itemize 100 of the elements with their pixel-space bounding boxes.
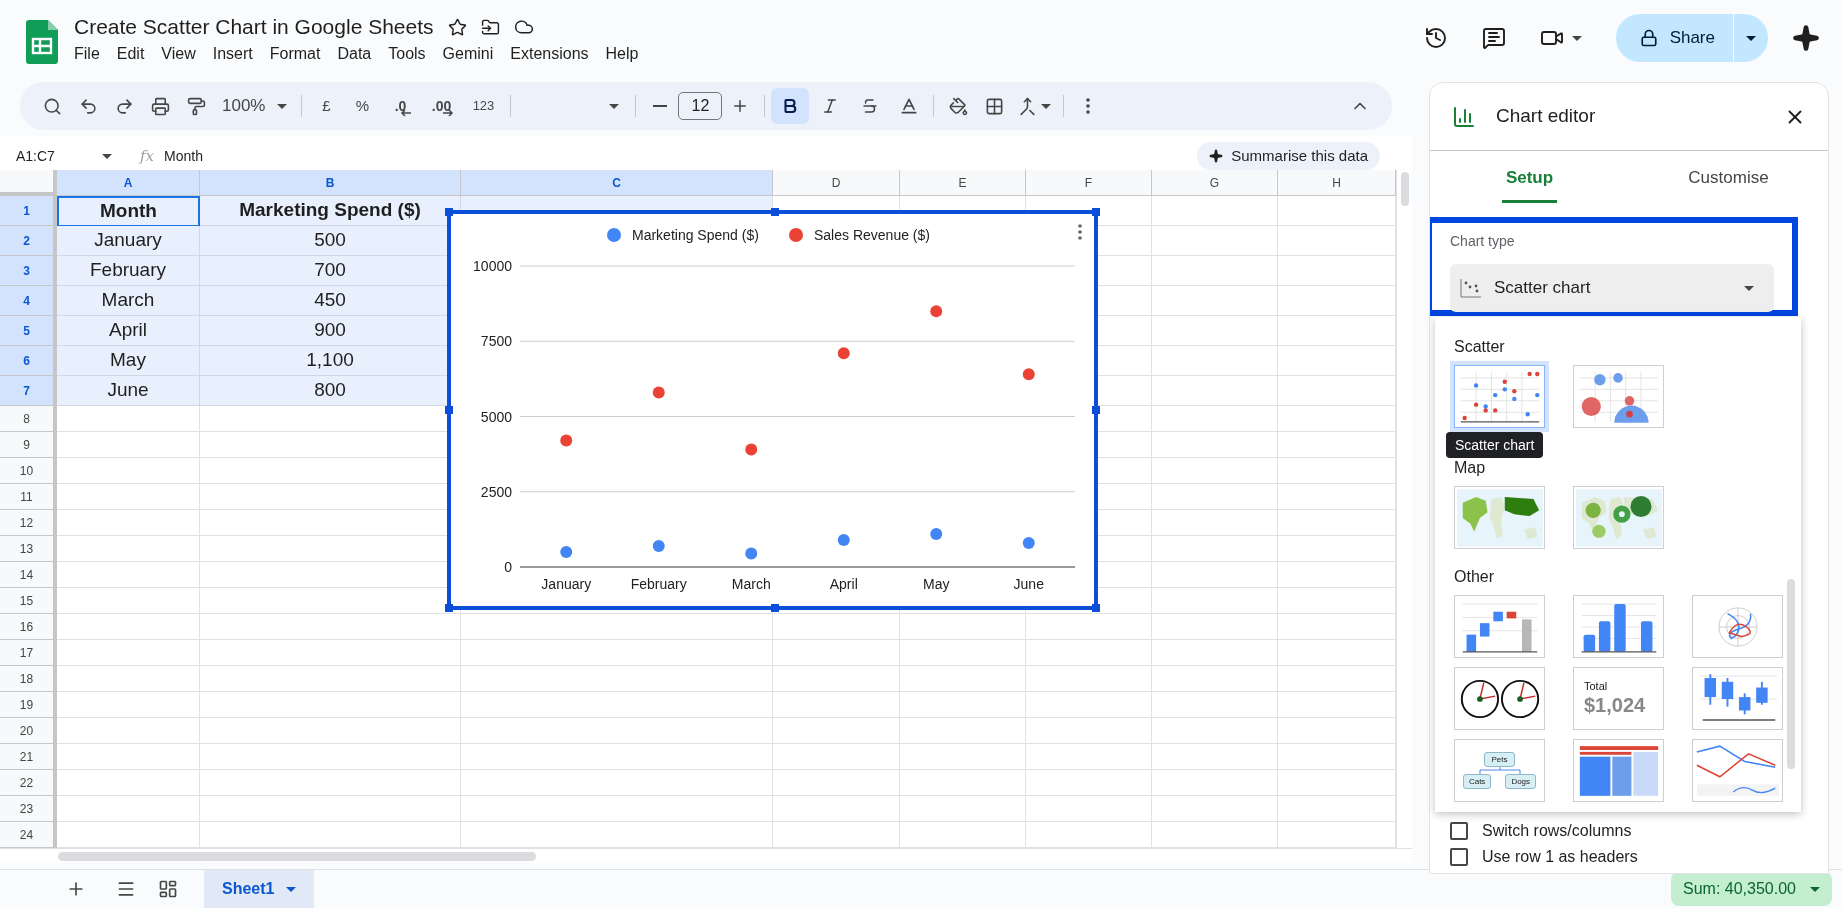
menu-item[interactable]: Gemini: [435, 43, 501, 65]
all-sheets-icon[interactable]: [116, 879, 136, 899]
row-header[interactable]: 20: [0, 718, 57, 744]
vertical-scrollbar[interactable]: [1400, 172, 1409, 206]
row-header[interactable]: 14: [0, 562, 57, 588]
font-size-field[interactable]: 12: [678, 92, 723, 120]
bold-button[interactable]: [771, 88, 810, 124]
resize-handle[interactable]: [1092, 208, 1100, 216]
legend-item[interactable]: Sales Revenue ($): [789, 227, 930, 243]
column-header[interactable]: G: [1152, 170, 1278, 196]
checkbox[interactable]: [1450, 822, 1468, 840]
data-point[interactable]: [560, 434, 573, 447]
menu-item[interactable]: Extensions: [503, 43, 596, 65]
cloud-icon[interactable]: [513, 17, 534, 37]
data-point[interactable]: [1022, 368, 1035, 381]
row-header[interactable]: 16: [0, 614, 57, 640]
row-header[interactable]: 15: [0, 588, 57, 614]
row-header[interactable]: 23: [0, 796, 57, 822]
history-icon[interactable]: [1423, 26, 1448, 50]
menu-item[interactable]: File: [74, 43, 107, 65]
column-header[interactable]: E: [900, 170, 1026, 196]
resize-handle[interactable]: [445, 406, 453, 414]
chart-type-option[interactable]: [1454, 667, 1545, 730]
folder-icon[interactable]: [480, 17, 500, 37]
row-header[interactable]: 13: [0, 536, 57, 562]
chart-type-dropdown[interactable]: Scatter chart: [1450, 264, 1774, 312]
menu-item[interactable]: Format: [262, 43, 328, 65]
row-header[interactable]: 2: [0, 226, 57, 256]
data-point[interactable]: [1022, 536, 1035, 549]
number-format-button[interactable]: 123: [462, 89, 505, 123]
data-point[interactable]: [745, 443, 758, 456]
row-header[interactable]: 1: [0, 196, 57, 226]
row-header[interactable]: 24: [0, 822, 57, 848]
resize-handle[interactable]: [445, 208, 453, 216]
resize-handle[interactable]: [771, 604, 779, 612]
explore-icon[interactable]: [158, 879, 178, 899]
row-header[interactable]: 10: [0, 458, 57, 484]
data-point[interactable]: [652, 386, 665, 399]
menu-item[interactable]: Insert: [205, 43, 260, 65]
name-box[interactable]: A1:C7: [0, 145, 120, 167]
resize-handle[interactable]: [1092, 604, 1100, 612]
formula-field[interactable]: Month: [164, 145, 203, 167]
horizontal-scrollbar[interactable]: [58, 851, 536, 861]
menu-item[interactable]: Tools: [381, 43, 433, 65]
row-header[interactable]: 4: [0, 286, 57, 316]
checkbox[interactable]: [1450, 848, 1468, 866]
column-header[interactable]: B: [200, 170, 461, 196]
legend-item[interactable]: Marketing Spend ($): [607, 227, 759, 243]
menu-item[interactable]: Help: [598, 43, 646, 65]
row-header[interactable]: 12: [0, 510, 57, 536]
tab[interactable]: Customise: [1629, 151, 1828, 205]
zoom-dropdown[interactable]: 100%: [214, 89, 296, 123]
row-header[interactable]: 11: [0, 484, 57, 510]
menu-item[interactable]: Data: [330, 43, 379, 65]
data-point[interactable]: [837, 347, 850, 360]
row-header[interactable]: 6: [0, 346, 57, 376]
row-header[interactable]: 3: [0, 256, 57, 286]
data-point[interactable]: [560, 545, 573, 558]
menu-item[interactable]: Edit: [109, 43, 152, 65]
data-point[interactable]: [837, 533, 850, 546]
row-header[interactable]: 22: [0, 770, 57, 796]
menu-scrollbar[interactable]: [1787, 579, 1795, 769]
more-icon[interactable]: [1078, 224, 1082, 240]
percent-button[interactable]: %: [344, 89, 381, 123]
column-header[interactable]: A: [57, 170, 200, 196]
increase-decimal-button[interactable]: .00: [420, 89, 463, 123]
chart-type-option[interactable]: Pets Cats Dogs: [1454, 739, 1545, 802]
document-title[interactable]: Create Scatter Chart in Google Sheets: [74, 13, 434, 41]
row-header[interactable]: 8: [0, 406, 57, 432]
data-point[interactable]: [745, 547, 758, 560]
row-header[interactable]: 21: [0, 744, 57, 770]
resize-handle[interactable]: [1092, 406, 1100, 414]
column-header[interactable]: D: [773, 170, 900, 196]
row-header[interactable]: 17: [0, 640, 57, 666]
summarise-button[interactable]: Summarise this data: [1197, 142, 1380, 170]
chart-type-option[interactable]: Total $1,024: [1573, 667, 1664, 730]
currency-button[interactable]: £: [308, 89, 345, 123]
chart[interactable]: 0 2500 5000 7500 10000 January February March April May June Marketing Spend ($) Sales Revenue ($): [447, 210, 1098, 610]
data-point[interactable]: [652, 539, 665, 552]
resize-handle[interactable]: [445, 604, 453, 612]
data-point[interactable]: [930, 527, 943, 540]
row-header[interactable]: 5: [0, 316, 57, 346]
star-icon[interactable]: [447, 17, 467, 37]
column-header[interactable]: F: [1026, 170, 1152, 196]
column-header[interactable]: C: [461, 170, 773, 196]
row-header[interactable]: 7: [0, 376, 57, 406]
row-header[interactable]: 18: [0, 666, 57, 692]
menu-item[interactable]: View: [154, 43, 203, 65]
row-header[interactable]: 19: [0, 692, 57, 718]
resize-handle[interactable]: [771, 208, 779, 216]
row-header[interactable]: 9: [0, 432, 57, 458]
column-header[interactable]: H: [1278, 170, 1396, 196]
data-point[interactable]: [930, 305, 943, 318]
tab[interactable]: Setup: [1430, 151, 1629, 205]
spreadsheet-logo[interactable]: [26, 20, 58, 64]
comment-icon[interactable]: [1481, 26, 1506, 50]
sheet-tab[interactable]: Sheet1: [204, 870, 315, 908]
sum-button[interactable]: Sum: 40,350.00: [1671, 872, 1832, 906]
decrease-decimal-button[interactable]: .0: [380, 89, 421, 123]
sparkle-icon[interactable]: [1792, 24, 1820, 52]
